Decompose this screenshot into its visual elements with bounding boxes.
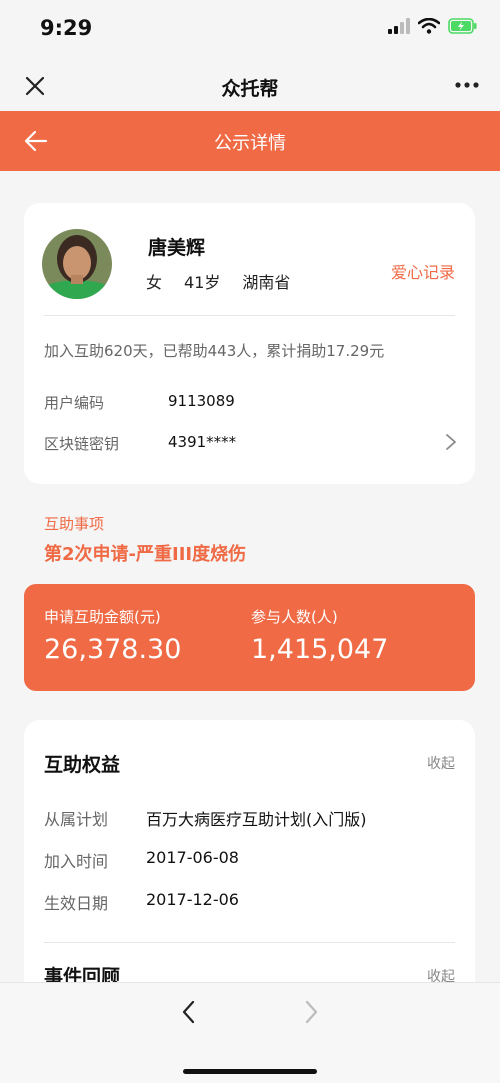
effective-date-label: 生效日期 — [44, 894, 109, 913]
love-record-link[interactable]: 爱心记录 — [391, 259, 455, 283]
avatar — [42, 229, 112, 299]
blockchain-key-value[interactable]: 4391**** — [168, 433, 236, 451]
mutual-title: 第2次申请-严重III度烧伤 — [44, 544, 247, 565]
user-id-label: 用户编码 — [44, 394, 105, 412]
battery-icon — [448, 18, 477, 34]
app-title: 众托帮 — [221, 78, 279, 100]
profile-gender: 女 — [146, 273, 163, 292]
join-date-value: 2017-06-08 — [146, 848, 239, 867]
profile-province: 湖南省 — [242, 273, 291, 292]
profile-card: 唐美辉 女 41岁 湖南省 爱心记录 加入互助620天，已帮助443人，累计捐助… — [24, 203, 475, 484]
user-id-value: 9113089 — [168, 392, 235, 410]
profile-summary: 加入互助620天，已帮助443人，累计捐助17.29元 — [44, 342, 385, 360]
home-indicator — [183, 1069, 317, 1074]
amount-label: 申请互助金额(元) — [44, 608, 161, 626]
nav-title: 公示详情 — [214, 133, 286, 154]
rights-title: 互助权益 — [44, 754, 121, 776]
title-bar: 众托帮 — [0, 60, 500, 112]
chevron-right-icon[interactable] — [445, 433, 457, 455]
effective-date-value: 2017-12-06 — [146, 890, 239, 909]
mutual-section-label: 互助事项 — [44, 515, 105, 533]
participants-value: 1,415,047 — [251, 634, 389, 665]
plan-label: 从属计划 — [44, 810, 109, 829]
rights-collapse-button[interactable]: 收起 — [427, 753, 455, 773]
chevron-left-icon[interactable] — [178, 999, 200, 1029]
chevron-right-icon[interactable] — [300, 999, 322, 1029]
status-icons — [388, 18, 478, 34]
plan-value: 百万大病医疗互助计划(入门版) — [146, 810, 367, 829]
status-time: 9:29 — [40, 16, 93, 40]
divider — [44, 942, 455, 943]
stats-card: 申请互助金额(元) 26,378.30 参与人数(人) 1,415,047 — [24, 584, 475, 691]
wifi-icon — [418, 18, 440, 34]
blockchain-key-label: 区块链密钥 — [44, 435, 120, 453]
more-icon[interactable] — [454, 70, 480, 106]
amount-value: 26,378.30 — [44, 634, 182, 665]
profile-meta: 女 41岁 湖南省 — [146, 269, 290, 293]
divider — [44, 315, 455, 316]
profile-age: 41岁 — [184, 273, 221, 292]
bottom-toolbar — [0, 982, 500, 1083]
rights-card: 互助权益 收起 从属计划 百万大病医疗互助计划(入门版) 加入时间 2017-0… — [24, 720, 475, 1020]
join-date-label: 加入时间 — [44, 852, 109, 871]
profile-name: 唐美辉 — [148, 237, 206, 259]
status-bar: 9:29 — [0, 0, 500, 60]
signal-icon — [388, 18, 410, 34]
nav-bar: 公示详情 — [0, 111, 500, 171]
participants-label: 参与人数(人) — [251, 608, 338, 626]
